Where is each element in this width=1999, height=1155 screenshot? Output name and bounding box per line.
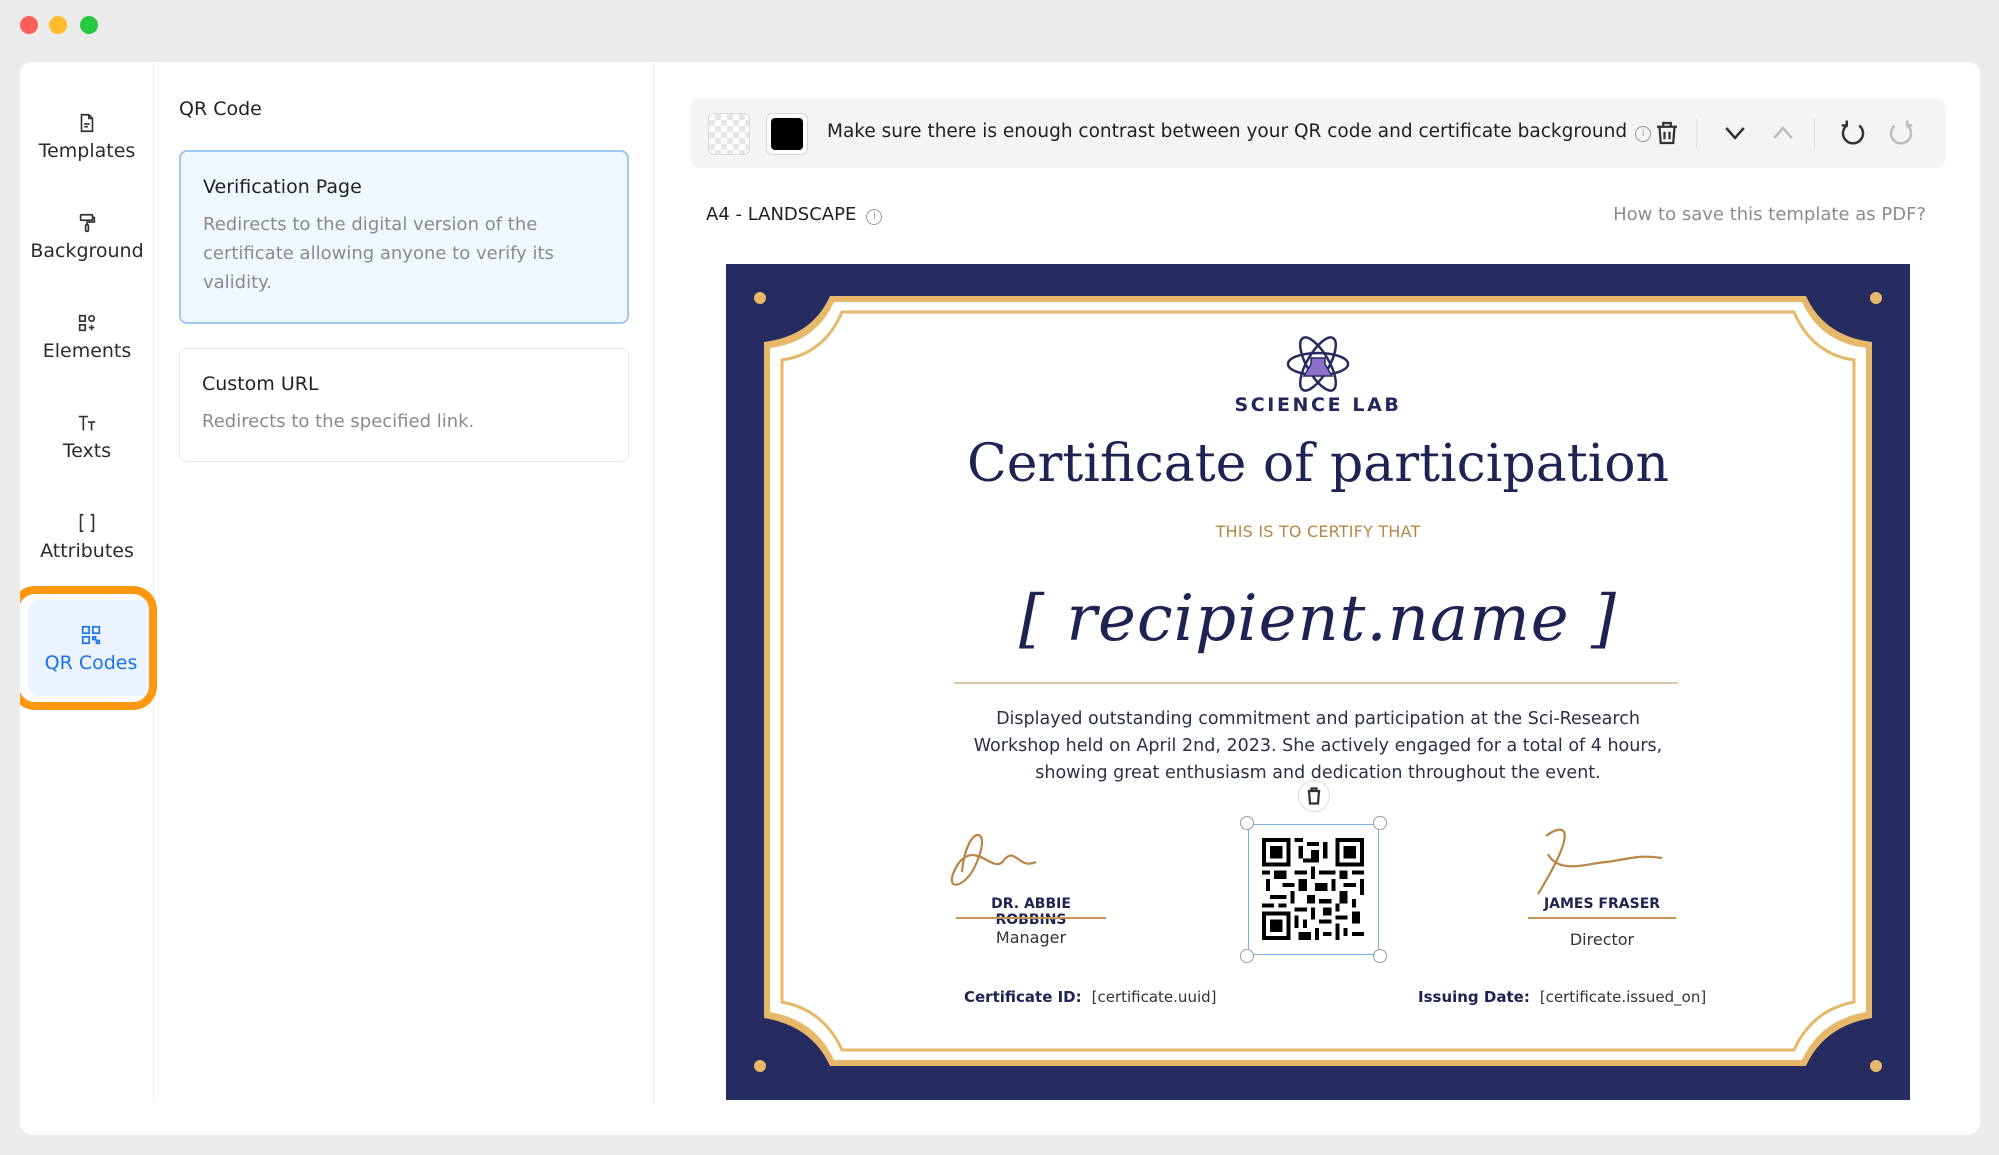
certificate-id-label: Certificate ID: — [964, 988, 1082, 1006]
sidebar-item-elements[interactable]: Elements — [20, 280, 154, 372]
resize-handle-top-right[interactable] — [1373, 816, 1387, 830]
issuing-date-label: Issuing Date: — [1418, 988, 1530, 1006]
sidebar-item-attributes[interactable]: Attributes — [20, 480, 154, 572]
option-verification-page[interactable]: Verification Page Redirects to the digit… — [179, 150, 629, 324]
issuing-date-value: [certificate.issued_on] — [1539, 988, 1707, 1006]
sidebar-item-label: Attributes — [40, 540, 134, 562]
toolbar-divider — [1814, 118, 1815, 148]
option-title: Verification Page — [203, 176, 362, 198]
brackets-icon — [79, 513, 95, 533]
resize-handle-top-left[interactable] — [1240, 816, 1254, 830]
panel-title: QR Code — [179, 98, 262, 120]
sidebar-item-label: Elements — [42, 340, 132, 362]
sidebar-item-label: Background — [30, 240, 144, 262]
info-icon[interactable]: i — [1635, 126, 1652, 142]
option-custom-url[interactable]: Custom URL Redirects to the specified li… — [179, 348, 629, 462]
certify-text: THIS IS TO CERTIFY THAT — [1215, 522, 1421, 541]
qr-options-panel: QR Code Verification Page Redirects to t… — [154, 62, 654, 1102]
option-title: Custom URL — [202, 373, 319, 395]
issuing-date-row: Issuing Date: [certificate.issued_on] — [1418, 988, 1706, 1006]
trash-icon[interactable] — [1652, 118, 1682, 148]
org-name: SCIENCE LAB — [1234, 394, 1402, 416]
certificate-title: Certificate of participation — [966, 434, 1670, 494]
trash-icon — [1307, 787, 1321, 805]
qr-code-icon — [81, 625, 101, 645]
signatory-role-left: Manager — [995, 928, 1067, 947]
recipient-underline — [954, 682, 1678, 684]
editor-area: Make sure there is enough contrast betwe… — [654, 62, 1980, 1135]
canvas-size-text: A4 - LANDSCAPE — [706, 204, 857, 225]
qr-toolbar: Make sure there is enough contrast betwe… — [690, 98, 1946, 168]
transparent-background-swatch[interactable] — [708, 113, 750, 155]
certificate-body: Displayed outstanding commitment and par… — [973, 709, 1663, 783]
signatory-role-right: Director — [1569, 930, 1635, 949]
qr-code-image — [1262, 838, 1364, 940]
signatory-name-right: JAMES FRASER — [1543, 896, 1661, 912]
save-as-pdf-help-link[interactable]: How to save this template as PDF? — [1613, 204, 1926, 225]
signature-line-right — [1528, 917, 1676, 919]
sidebar-item-templates[interactable]: Templates — [20, 80, 154, 172]
black-color-swatch[interactable] — [766, 113, 808, 155]
close-window-button[interactable] — [20, 16, 38, 34]
resize-handle-bottom-left[interactable] — [1240, 949, 1254, 963]
minimize-window-button[interactable] — [49, 16, 67, 34]
contrast-warning-text: Make sure there is enough contrast betwe… — [827, 121, 1628, 142]
resize-handle-bottom-right[interactable] — [1373, 949, 1387, 963]
certificate-canvas[interactable]: SCIENCE LAB Certificate of participation… — [726, 264, 1910, 1100]
sidebar-item-label: Templates — [38, 140, 136, 162]
contrast-warning: Make sure there is enough contrast betwe… — [827, 121, 1652, 142]
toolbar-divider — [1696, 118, 1697, 148]
file-icon — [80, 113, 94, 133]
sidebar-item-label: QR Codes — [44, 652, 138, 674]
maximize-window-button[interactable] — [80, 16, 98, 34]
canvas-size-label: A4 - LANDSCAPE i — [706, 204, 883, 225]
redo-icon[interactable] — [1886, 118, 1916, 148]
sidebar-item-background[interactable]: Background — [20, 180, 154, 272]
paint-roller-icon — [79, 213, 96, 233]
text-icon — [78, 415, 96, 431]
sidebar-nav: Templates Background Elements Texts Attr… — [20, 62, 154, 1102]
option-description: Redirects to the specified link. — [202, 411, 475, 432]
certificate-id-value: [certificate.uuid] — [1091, 988, 1217, 1006]
undo-icon[interactable] — [1838, 118, 1868, 148]
info-icon[interactable]: i — [866, 209, 883, 225]
option-description: Redirects to the digital version of the … — [203, 214, 554, 293]
sidebar-item-texts[interactable]: Texts — [20, 380, 154, 472]
sidebar-item-qr-codes[interactable]: QR Codes — [28, 600, 154, 696]
qr-code-element[interactable] — [1240, 816, 1387, 963]
window-titlebar — [0, 0, 1999, 48]
shapes-icon — [78, 314, 96, 332]
certificate-id-row: Certificate ID: [certificate.uuid] — [964, 988, 1217, 1006]
chevron-up-icon[interactable] — [1768, 118, 1798, 148]
recipient-name-placeholder: [ recipient.name ] — [1019, 582, 1617, 656]
app-window: Templates Background Elements Texts Attr… — [20, 62, 1980, 1135]
sidebar-item-label: Texts — [62, 440, 112, 462]
chevron-down-icon[interactable] — [1720, 118, 1750, 148]
signature-line-left — [956, 917, 1106, 919]
delete-qr-button[interactable] — [1298, 780, 1330, 812]
signatory-name-left: DR. ABBIE ROBBINS — [991, 896, 1071, 928]
